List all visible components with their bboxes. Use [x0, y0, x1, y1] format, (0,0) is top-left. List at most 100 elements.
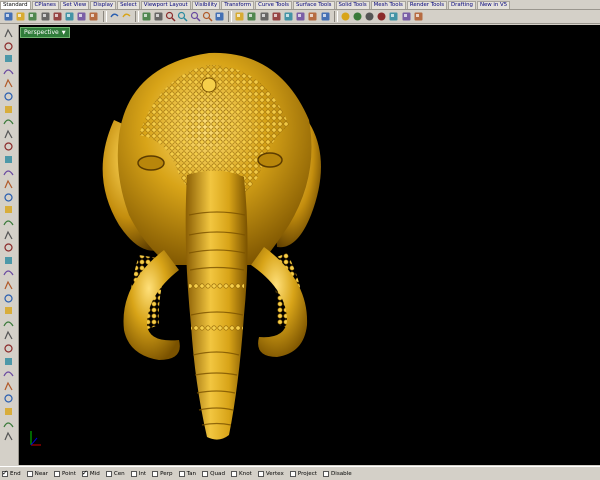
save-icon[interactable] [27, 11, 38, 22]
osnap-quad[interactable]: Quad [202, 470, 225, 477]
tab-viewport-layout[interactable]: Viewport Layout [140, 1, 191, 9]
points-on-icon[interactable] [246, 11, 257, 22]
show-objects-icon[interactable] [271, 11, 282, 22]
select-all-icon[interactable] [259, 11, 270, 22]
group-icon[interactable] [3, 393, 14, 404]
render-sphere-icon[interactable] [340, 11, 351, 22]
rectangle-icon[interactable] [3, 116, 14, 127]
join-icon[interactable] [3, 280, 14, 291]
osnap-checkbox[interactable] [54, 470, 60, 477]
redo-icon[interactable] [121, 11, 132, 22]
osnap-checkbox[interactable] [202, 470, 209, 477]
perspective-viewport[interactable]: Perspective ▼ [19, 25, 600, 465]
wireframe-sphere-icon[interactable] [352, 11, 363, 22]
copy-icon[interactable] [76, 11, 87, 22]
rotate-icon[interactable] [3, 330, 14, 341]
ellipse-icon[interactable] [3, 104, 14, 115]
trim-icon[interactable] [3, 255, 14, 266]
properties-icon[interactable] [307, 11, 318, 22]
cut-icon[interactable] [64, 11, 75, 22]
tab-new-in-v5[interactable]: New in V5 [476, 1, 511, 9]
osnap-disable[interactable]: Disable [322, 470, 352, 477]
osnap-checkbox[interactable] [2, 469, 8, 477]
tab-render-tools[interactable]: Render Tools [406, 1, 448, 9]
osnap-near[interactable]: Near [26, 470, 48, 477]
zoom-selected-icon[interactable] [202, 11, 213, 22]
osnap-vertex[interactable]: Vertex [257, 470, 284, 477]
material-sphere-icon[interactable] [376, 11, 387, 22]
osnap-checkbox[interactable] [178, 470, 185, 477]
arc-icon[interactable] [3, 91, 14, 102]
polygon-icon[interactable] [3, 129, 14, 140]
osnap-checkbox[interactable] [105, 470, 112, 477]
osnap-project[interactable]: Project [289, 470, 317, 477]
mirror-icon[interactable] [3, 356, 14, 367]
move-icon[interactable] [3, 305, 14, 316]
dimension-icon[interactable] [3, 381, 14, 392]
surface-icon[interactable] [3, 154, 14, 165]
analyze-icon[interactable] [3, 419, 14, 430]
block-icon[interactable] [3, 406, 14, 417]
grid-icon[interactable] [234, 11, 245, 22]
elephant-model-render[interactable] [19, 25, 600, 465]
render-icon[interactable] [3, 431, 14, 442]
osnap-checkbox[interactable] [322, 470, 329, 477]
layer-icon[interactable] [295, 11, 306, 22]
osnap-checkbox[interactable] [152, 470, 159, 477]
open-icon[interactable] [15, 11, 26, 22]
tab-mesh-tools[interactable]: Mesh Tools [370, 1, 406, 9]
viewport-title-tab[interactable]: Perspective ▼ [20, 27, 70, 38]
copy-object-icon[interactable] [3, 318, 14, 329]
print-icon[interactable] [40, 11, 51, 22]
tab-curve-tools[interactable]: Curve Tools [255, 1, 292, 9]
split-icon[interactable] [3, 267, 14, 278]
explode-icon[interactable] [3, 293, 14, 304]
osnap-tan[interactable]: Tan [178, 470, 196, 477]
osnap-point[interactable]: Point [54, 470, 76, 477]
extrude-icon[interactable] [3, 167, 14, 178]
circle-icon[interactable] [3, 78, 14, 89]
osnap-checkbox[interactable] [130, 470, 137, 477]
array-icon[interactable] [3, 368, 14, 379]
curve-icon[interactable] [3, 66, 14, 77]
scale-icon[interactable] [3, 343, 14, 354]
tab-standard[interactable]: Standard [0, 1, 31, 9]
new-icon[interactable] [3, 11, 14, 22]
shaded-sphere-icon[interactable] [364, 11, 375, 22]
tab-drafting[interactable]: Drafting [448, 1, 476, 9]
osnap-int[interactable]: Int [130, 470, 146, 477]
osnap-knot[interactable]: Knot [231, 470, 252, 477]
tab-visibility[interactable]: Visibility [191, 1, 221, 9]
free-curve-icon[interactable] [3, 141, 14, 152]
tab-select[interactable]: Select [117, 1, 140, 9]
osnap-cen[interactable]: Cen [105, 470, 125, 477]
paste-icon[interactable] [88, 11, 99, 22]
lights-icon[interactable] [388, 11, 399, 22]
osnap-end[interactable]: End [2, 469, 21, 477]
fillet-icon[interactable] [3, 242, 14, 253]
tab-cplanes[interactable]: CPlanes [31, 1, 59, 9]
text-icon[interactable] [3, 230, 14, 241]
help-icon[interactable] [413, 11, 424, 22]
mesh-icon[interactable] [3, 204, 14, 215]
options-icon[interactable] [401, 11, 412, 22]
select-icon[interactable] [3, 28, 14, 39]
osnap-checkbox[interactable] [231, 470, 237, 477]
tab-solid-tools[interactable]: Solid Tools [335, 1, 370, 9]
lock-icon[interactable] [283, 11, 294, 22]
tab-set-view[interactable]: Set View [59, 1, 90, 9]
zoom-dynamic-icon[interactable] [165, 11, 176, 22]
chevron-down-icon[interactable]: ▼ [62, 30, 66, 36]
osnap-checkbox[interactable] [26, 470, 33, 477]
rotate-view-icon[interactable] [153, 11, 164, 22]
tab-surface-tools[interactable]: Surface Tools [292, 1, 335, 9]
osnap-checkbox[interactable] [81, 469, 88, 477]
pan-icon[interactable] [141, 11, 152, 22]
plane-icon[interactable] [3, 217, 14, 228]
zoom-window-icon[interactable] [177, 11, 188, 22]
zoom-extents-icon[interactable] [190, 11, 201, 22]
tab-transform[interactable]: Transform [221, 1, 255, 9]
osnap-perp[interactable]: Perp [152, 470, 173, 477]
viewport-layout-icon[interactable] [214, 11, 225, 22]
undo-icon[interactable] [109, 11, 120, 22]
